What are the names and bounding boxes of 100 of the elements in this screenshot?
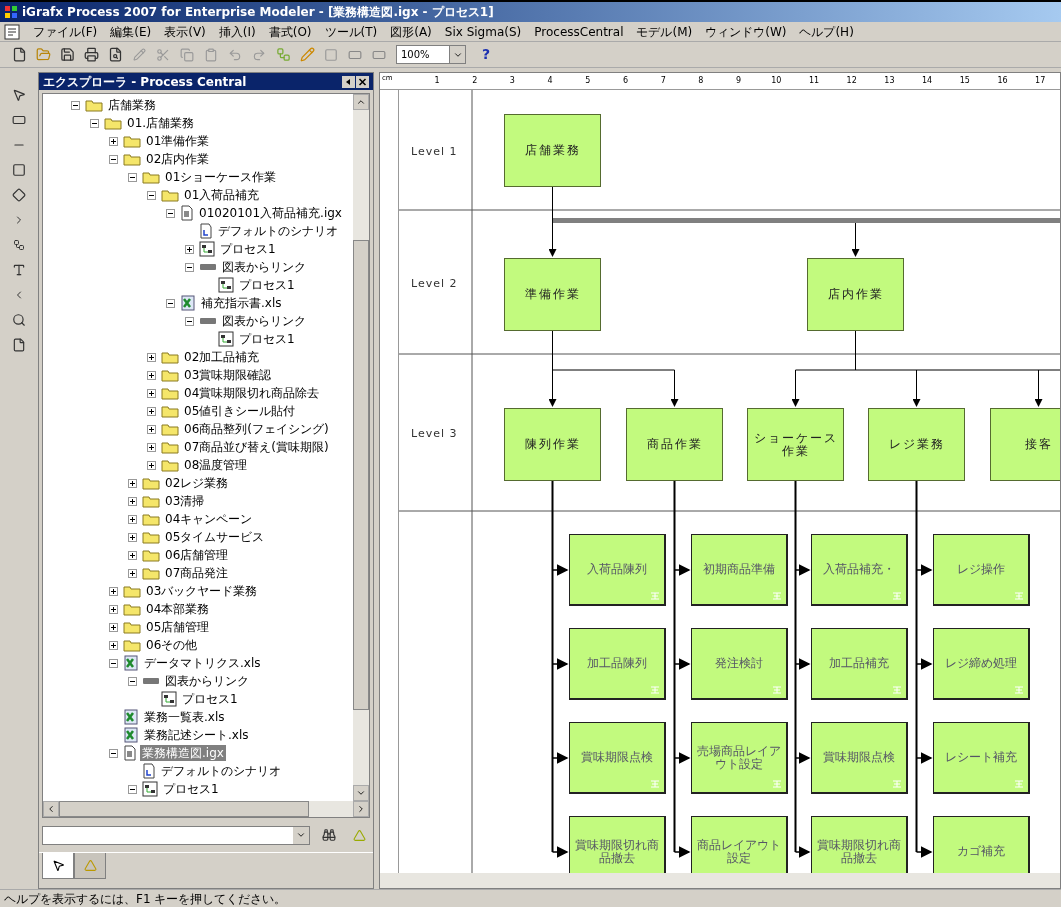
menu-item[interactable]: ファイル(F) (33, 22, 98, 41)
window-title: iGrafx Process 2007 for Enterprise Modeler - [業務構造図.igx - プロセス1] (22, 4, 494, 21)
process-box: 接客 (990, 408, 1060, 481)
process-box: 準備作業 (504, 258, 601, 331)
tree-item[interactable]: 06商品整列(フェイシング) (182, 421, 331, 437)
tree-item[interactable]: プロセス1 (180, 691, 240, 707)
tree-item[interactable]: 02店内作業 (144, 151, 212, 167)
ruler-mark: 2 (472, 75, 478, 87)
process-box: レジ業務 (868, 408, 965, 481)
ruler-mark: 11 (808, 75, 820, 87)
tree-item[interactable]: 03清掃 (163, 493, 207, 509)
tree-item[interactable]: 03賞味期限確認 (182, 367, 274, 383)
task-box: 賞味期限切れ商品撤去 (811, 816, 908, 873)
process-box: 店内作業 (807, 258, 904, 331)
tree-item[interactable]: 06店舗管理 (163, 547, 231, 563)
task-box: カゴ補充 (933, 816, 1030, 873)
task-box: 入荷品補充・ (811, 534, 908, 606)
menu-item[interactable]: ツール(T) (324, 22, 378, 41)
tree-item[interactable]: 01入荷品補充 (182, 187, 262, 203)
tree-item[interactable]: デフォルトのシナリオ (159, 763, 283, 779)
task-box: 発注検討 (691, 628, 788, 700)
tree-item[interactable]: 図表からリンク (220, 313, 308, 329)
tree-item[interactable]: 02レジ業務 (163, 475, 231, 491)
tree-item[interactable]: プロセス1 (237, 277, 297, 293)
tree-item[interactable]: 04本部業務 (144, 601, 212, 617)
ruler-mark: 8 (698, 75, 704, 87)
task-box: 初期商品準備 (691, 534, 788, 606)
process-box: 商品作業 (626, 408, 723, 481)
tree-item[interactable]: 02加工品補充 (182, 349, 262, 365)
menu-item[interactable]: ProcessCentral (534, 22, 624, 41)
menu-item[interactable]: モデル(M) (636, 22, 693, 41)
task-box: 加工品補充 (811, 628, 908, 700)
task-box: 賞味期限点検 (811, 722, 908, 794)
help-button[interactable]: ? (476, 44, 496, 65)
tree-item[interactable]: 06その他 (144, 637, 200, 653)
tree-item[interactable]: データマトリクス.xls (142, 655, 263, 671)
menu-item[interactable]: 表示(V) (164, 22, 206, 41)
tree-item[interactable]: 05値引きシール貼付 (182, 403, 298, 419)
ruler-mark: 13 (884, 75, 895, 87)
menu-item[interactable]: 図形(A) (390, 22, 432, 41)
ruler-mark: 15 (959, 75, 970, 87)
level-label: Level 3 (411, 426, 458, 442)
status-text: ヘルプを表示するには、F1 キーを押してください。 (4, 890, 287, 907)
tree-item[interactable]: 04賞味期限切れ商品除去 (182, 385, 322, 401)
task-box: 商品レイアウト設定 (691, 816, 788, 873)
task-box: 売場商品レイアウト設定 (691, 722, 788, 794)
ruler-mark: 9 (736, 75, 742, 87)
ruler-mark: 14 (922, 75, 933, 87)
tree-item[interactable]: 01.店舗業務 (125, 115, 197, 131)
tree-item[interactable]: 図表からリンク (220, 259, 308, 275)
process-box: 店舗業務 (504, 114, 601, 187)
ruler-mark: 1 (434, 75, 440, 87)
ruler-mark: 3 (509, 75, 515, 87)
ruler-mark: 7 (660, 75, 666, 87)
panel-title: エクスプローラ - Process Central (43, 73, 248, 91)
process-box: 陳列作業 (504, 408, 601, 481)
tree-item[interactable]: 業務一覧表.xls (142, 709, 227, 725)
task-box: 加工品陳列 (569, 628, 666, 700)
tree-item[interactable]: 業務記述シート.xls (142, 727, 251, 743)
tree-item[interactable]: 05店舗管理 (144, 619, 212, 635)
ruler-mark: 4 (547, 75, 553, 87)
menu-item[interactable]: 書式(O) (268, 22, 312, 41)
tree-item[interactable]: プロセス1 (218, 241, 278, 257)
level-label: Level 2 (411, 276, 458, 292)
task-box: 入荷品陳列 (569, 534, 666, 606)
menu-item[interactable]: 挿入(I) (218, 22, 256, 41)
tree-item[interactable]: 業務構造図.igx (140, 745, 226, 761)
tree-item[interactable]: プロセス1 (161, 781, 221, 797)
task-box: レシート補充 (933, 722, 1030, 794)
tree-item[interactable]: 05タイムサービス (163, 529, 267, 545)
task-box: レジ操作 (933, 534, 1030, 606)
tree-item[interactable]: プロセス1 (237, 331, 297, 347)
tree-item[interactable]: 01準備作業 (144, 133, 212, 149)
menu-item[interactable]: ヘルプ(H) (799, 22, 854, 41)
menu-item[interactable]: ウィンドウ(W) (705, 22, 787, 41)
ruler-mark: 5 (585, 75, 591, 87)
menu-item[interactable]: Six Sigma(S) (444, 22, 522, 41)
zoom-combo[interactable]: 100% (396, 45, 466, 64)
ruler-mark: 6 (622, 75, 629, 87)
tree-item[interactable]: 01ショーケース作業 (163, 169, 279, 185)
tree-item[interactable]: 店舗業務 (106, 97, 158, 113)
tree-item[interactable]: 07商品発注 (163, 565, 231, 581)
tree-item[interactable]: 07商品並び替え(賞味期限) (182, 439, 331, 455)
tree-item[interactable]: 01020101入荷品補充.igx (197, 205, 344, 221)
tree-item[interactable]: 補充指示書.xls (199, 295, 284, 311)
ruler-mark: 16 (997, 75, 1008, 87)
task-box: 賞味期限切れ商品撤去 (569, 816, 666, 873)
menu-item[interactable]: 編集(E) (110, 22, 152, 41)
tree-item[interactable]: デフォルトのシナリオ (216, 223, 340, 239)
ruler-mark: 12 (846, 75, 857, 87)
tree-item[interactable]: 03バックヤード業務 (144, 583, 260, 599)
ruler-mark: 10 (771, 75, 782, 87)
task-box: 賞味期限点検 (569, 722, 666, 794)
tree-item[interactable]: 図表からリンク (163, 673, 251, 689)
task-box: レジ締め処理 (933, 628, 1030, 700)
tree-item[interactable]: 04キャンペーン (163, 511, 255, 527)
process-box: ショーケース作業 (747, 408, 844, 481)
ruler-mark: 17 (1035, 75, 1046, 87)
level-label: Level 1 (411, 144, 458, 160)
tree-item[interactable]: 08温度管理 (182, 457, 250, 473)
